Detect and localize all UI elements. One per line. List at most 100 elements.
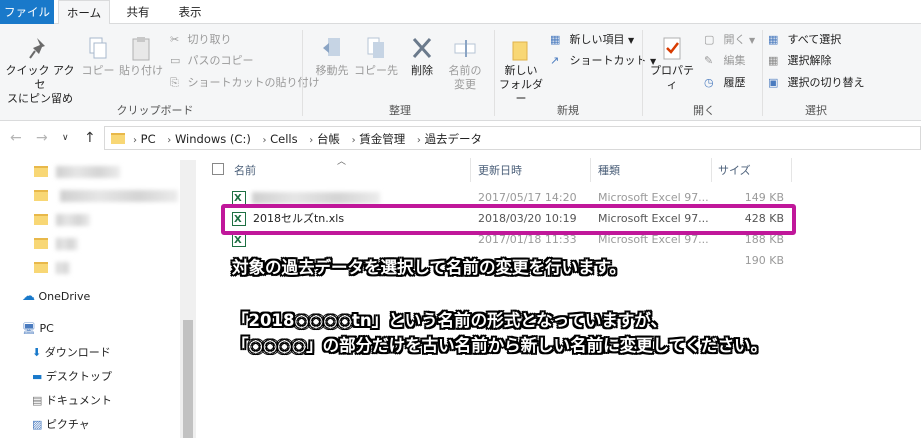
new-folder-label-1: 新しい	[504, 64, 538, 77]
nav-folder[interactable]	[0, 256, 180, 278]
select-group-label: 選択	[805, 104, 827, 117]
back-arrow-icon[interactable]: ←	[10, 130, 22, 146]
select-all-button[interactable]: ▦ すべて選択	[768, 32, 841, 48]
select-none-button[interactable]: ▦ 選択解除	[768, 53, 832, 69]
ribbon: クイック アクセ スにピン留め コピー 貼り付け ✂ 切り取り ▭ パスのコピー…	[0, 24, 921, 121]
clipboard-icon	[132, 37, 150, 61]
pin-icon	[29, 38, 45, 59]
copy-to-label: コピー先	[354, 64, 398, 77]
nav-folder[interactable]	[0, 208, 180, 230]
copy-button[interactable]: コピー	[80, 34, 116, 78]
select-none-label: 選択解除	[787, 54, 832, 67]
invert-selection-label: 選択の切り替え	[787, 76, 865, 89]
clipboard-group-label: クリップボード	[116, 104, 194, 117]
nav-pictures[interactable]: ▨ ピクチャ	[32, 414, 90, 436]
tab-file[interactable]: ファイル	[0, 0, 54, 24]
delete-button[interactable]: 削除	[402, 34, 442, 78]
history-button[interactable]: ◷ 履歴	[704, 75, 746, 91]
invert-selection-icon: ▣	[768, 76, 779, 89]
up-arrow-icon[interactable]: ↑	[84, 130, 96, 146]
excel-file-icon	[232, 188, 246, 210]
tab-share[interactable]: 共有	[116, 0, 160, 24]
organize-group-label: 整理	[389, 104, 411, 117]
invert-selection-button[interactable]: ▣ 選択の切り替え	[768, 75, 865, 91]
shortcut-paste-icon: ⎘	[170, 76, 179, 89]
chevron-right-icon: ›	[262, 135, 267, 146]
chevron-right-icon: ›	[133, 135, 137, 146]
copy-path-button[interactable]: ▭ パスのコピー	[170, 53, 254, 69]
shortcut-label: ショートカット	[569, 54, 647, 67]
open-group-label: 開く	[693, 104, 715, 117]
open-button[interactable]: ▢ 開く ▼	[704, 32, 755, 48]
nav-onedrive[interactable]: ☁ OneDrive	[22, 286, 90, 308]
breadcrumb: › PC › Windows (C:) › Cells › 台帳 › 賃金管理 …	[133, 131, 482, 147]
cloud-icon: ☁	[22, 289, 35, 304]
column-modified[interactable]: 更新日時	[478, 162, 522, 178]
tab-home[interactable]: ホーム	[58, 0, 110, 25]
blurred-label	[56, 238, 78, 250]
paste-button[interactable]: 貼り付け	[118, 34, 164, 78]
paste-shortcut-button[interactable]: ⎘ ショートカットの貼り付け	[170, 75, 320, 91]
copy-label: コピー	[81, 64, 115, 77]
nav-downloads[interactable]: ⬇ ダウンロード	[32, 342, 111, 364]
tab-view[interactable]: 表示	[168, 0, 212, 24]
new-item-button[interactable]: ▦ 新しい項目 ▼	[550, 32, 634, 48]
properties-button[interactable]: プロパティ	[646, 34, 698, 92]
breadcrumb-pc[interactable]: PC	[141, 132, 156, 146]
nav-scrollbar-thumb[interactable]	[183, 320, 193, 438]
highlight-box	[221, 204, 796, 235]
copy-to-button[interactable]: コピー先	[354, 34, 398, 78]
instruction-line-2: 「2018○○○○tn」という名前の形式となっていますが、	[232, 311, 667, 330]
column-divider	[470, 158, 471, 182]
shortcut-button[interactable]: ↗ ショートカット ▼	[550, 53, 656, 69]
column-divider	[590, 158, 591, 182]
nav-documents[interactable]: ▤ ドキュメント	[32, 390, 112, 412]
instruction-line-3: 「○○○○」の部分だけを古い名前から新しい名前に変更してください。	[232, 336, 768, 355]
blurred-label	[56, 166, 120, 178]
ribbon-tabs: ファイル ホーム 共有 表示	[0, 0, 921, 25]
recent-chevron-icon[interactable]: ∨	[62, 133, 69, 143]
address-row: ← → ∨ ↑ › PC › Windows (C:) › Cells › 台帳…	[0, 122, 921, 154]
monitor-icon: 🖥	[22, 322, 36, 335]
document-icon: ▤	[32, 394, 43, 407]
open-label: 開く	[723, 33, 746, 46]
column-type[interactable]: 種類	[598, 162, 620, 178]
move-to-label: 移動先	[315, 64, 349, 77]
nav-downloads-label: ダウンロード	[44, 346, 111, 359]
group-divider	[642, 30, 643, 116]
chevron-right-icon: ›	[167, 135, 172, 146]
cut-button[interactable]: ✂ 切り取り	[170, 32, 232, 48]
navigation-pane: ☁ OneDrive 🖥 PC ⬇ ダウンロード ▬ デスクトップ ▤ ドキュメ…	[0, 154, 196, 438]
sort-up-icon: ︿	[337, 157, 347, 167]
breadcrumb-cells[interactable]: Cells	[270, 132, 298, 146]
forward-arrow-icon[interactable]: →	[36, 130, 48, 146]
nav-folder[interactable]	[0, 232, 180, 254]
breadcrumb-wage[interactable]: 賃金管理	[359, 132, 405, 146]
breadcrumb-ledger[interactable]: 台帳	[317, 132, 340, 146]
nav-desktop[interactable]: ▬ デスクトップ	[32, 366, 112, 388]
breadcrumb-drive[interactable]: Windows (C:)	[175, 132, 251, 146]
history-label: 履歴	[723, 76, 746, 89]
column-size[interactable]: サイズ	[718, 162, 751, 178]
new-folder-button[interactable]: 新しい フォルダー	[498, 34, 544, 106]
rename-icon	[454, 40, 476, 57]
chevron-right-icon: ›	[416, 135, 421, 146]
nav-folder[interactable]	[0, 160, 180, 182]
chevron-down-icon: ▼	[628, 36, 635, 45]
blurred-label	[56, 262, 70, 274]
nav-folder[interactable]	[0, 184, 180, 206]
chevron-right-icon: ›	[309, 135, 314, 146]
address-bar[interactable]: › PC › Windows (C:) › Cells › 台帳 › 賃金管理 …	[104, 126, 921, 150]
move-to-button[interactable]: 移動先	[310, 34, 354, 78]
delete-x-icon	[412, 38, 432, 58]
column-name[interactable]: 名前	[234, 162, 256, 178]
copy-icon	[89, 37, 107, 59]
select-all-checkbox[interactable]	[212, 163, 224, 175]
paste-label: 貼り付け	[119, 64, 163, 77]
pin-quick-access-button[interactable]: クイック アクセ スにピン留め	[4, 34, 76, 106]
file-size: 190 KB	[744, 254, 784, 267]
edit-button[interactable]: ✎ 編集	[704, 53, 746, 69]
breadcrumb-past-data[interactable]: 過去データ	[425, 132, 483, 146]
rename-button[interactable]: 名前の 変更	[444, 34, 486, 92]
nav-pc[interactable]: 🖥 PC	[22, 318, 54, 340]
